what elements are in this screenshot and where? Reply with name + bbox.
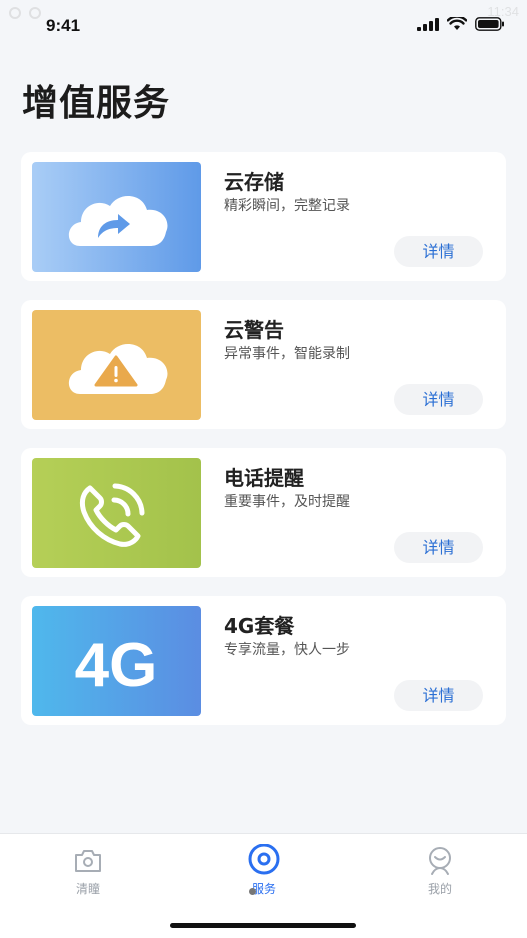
service-description: 重要事件，及时提醒 xyxy=(224,494,350,510)
signal-icon xyxy=(417,17,439,31)
ghost-refresh-icon xyxy=(29,7,41,19)
service-name: 4G套餐 xyxy=(224,614,295,638)
status-bar: 11:34 9:41 xyxy=(0,0,527,44)
service-name: 云警告 xyxy=(224,318,284,342)
user-icon xyxy=(429,847,451,875)
detail-button[interactable]: 详情 xyxy=(394,532,483,563)
tab-mine[interactable]: 我的 xyxy=(395,844,485,897)
detail-button[interactable]: 详情 xyxy=(394,680,483,711)
service-description: 专享流量，快人一步 xyxy=(224,642,350,658)
service-description: 异常事件，智能录制 xyxy=(224,346,350,362)
tab-label: 服务 xyxy=(251,882,276,896)
cloud-share-icon xyxy=(32,162,201,272)
tab-label: 清瞳 xyxy=(75,882,100,896)
service-thumbnail xyxy=(32,310,201,420)
page-title: 增值服务 xyxy=(22,83,171,124)
tab-qingtong[interactable]: 清瞳 xyxy=(43,844,133,897)
wifi-icon xyxy=(447,17,467,30)
service-thumbnail: 4G xyxy=(32,606,201,716)
service-card-cloud-storage[interactable]: 云存储 精彩瞬间，完整记录 详情 xyxy=(21,152,506,281)
camera-icon xyxy=(75,850,101,872)
detail-button[interactable]: 详情 xyxy=(394,236,483,267)
detail-button[interactable]: 详情 xyxy=(394,384,483,415)
service-name: 云存储 xyxy=(224,170,284,194)
service-thumbnail xyxy=(32,162,201,272)
notification-icons xyxy=(8,6,42,20)
active-tab-dot xyxy=(249,888,256,895)
service-thumbnail xyxy=(32,458,201,568)
status-icons xyxy=(417,17,505,31)
4g-label: 4G xyxy=(75,631,158,700)
service-description: 精彩瞬间，完整记录 xyxy=(224,198,350,214)
battery-icon xyxy=(475,17,504,31)
tab-service[interactable]: 服务 xyxy=(219,844,309,897)
service-name: 电话提醒 xyxy=(224,466,304,490)
ghost-gear-icon xyxy=(9,7,21,19)
text-4g-icon: 4G xyxy=(32,606,201,716)
service-card-cloud-alert[interactable]: 云警告 异常事件，智能录制 详情 xyxy=(21,300,506,429)
service-card-4g-plan[interactable]: 4G 4G套餐 专享流量，快人一步 详情 xyxy=(21,596,506,725)
tab-label: 我的 xyxy=(427,882,452,896)
status-time: 9:41 xyxy=(46,16,81,35)
eye-target-icon xyxy=(248,844,280,875)
cloud-warning-icon xyxy=(32,310,201,420)
home-indicator[interactable] xyxy=(170,923,356,928)
service-card-phone-reminder[interactable]: 电话提醒 重要事件，及时提醒 详情 xyxy=(21,448,506,577)
phone-ringing-icon xyxy=(32,458,201,568)
